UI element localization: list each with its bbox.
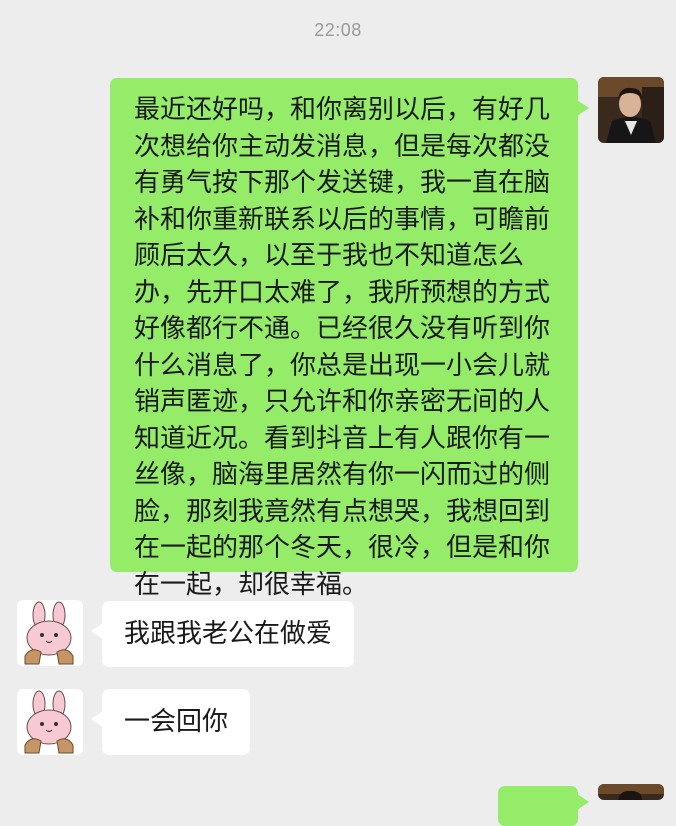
sent-message-bubble[interactable]: 最近还好吗，和你离别以后，有好几次想给你主动发消息，但是每次都没有勇气按下那个发… xyxy=(110,78,589,600)
my-avatar[interactable] xyxy=(598,77,664,143)
contact-avatar[interactable] xyxy=(17,689,83,755)
man-in-suit-avatar-image xyxy=(598,784,664,800)
man-in-suit-avatar-image xyxy=(598,77,664,143)
message-text: 最近还好吗，和你离别以后，有好几次想给你主动发消息，但是每次都没有勇气按下那个发… xyxy=(134,95,551,600)
contact-avatar[interactable] xyxy=(17,600,83,666)
received-message-bubble[interactable]: 我跟我老公在做爱 xyxy=(90,601,355,667)
my-avatar-partial[interactable] xyxy=(598,784,664,800)
bunny-sticker-avatar-image xyxy=(17,689,83,755)
message-text: 我跟我老公在做爱 xyxy=(124,619,333,649)
received-message-bubble[interactable]: 一会回你 xyxy=(90,689,251,755)
message-timestamp: 22:08 xyxy=(314,20,362,40)
bunny-sticker-avatar-image xyxy=(17,600,83,666)
message-text: 一会回你 xyxy=(124,707,229,737)
sent-message-bubble-partial[interactable] xyxy=(498,786,589,826)
